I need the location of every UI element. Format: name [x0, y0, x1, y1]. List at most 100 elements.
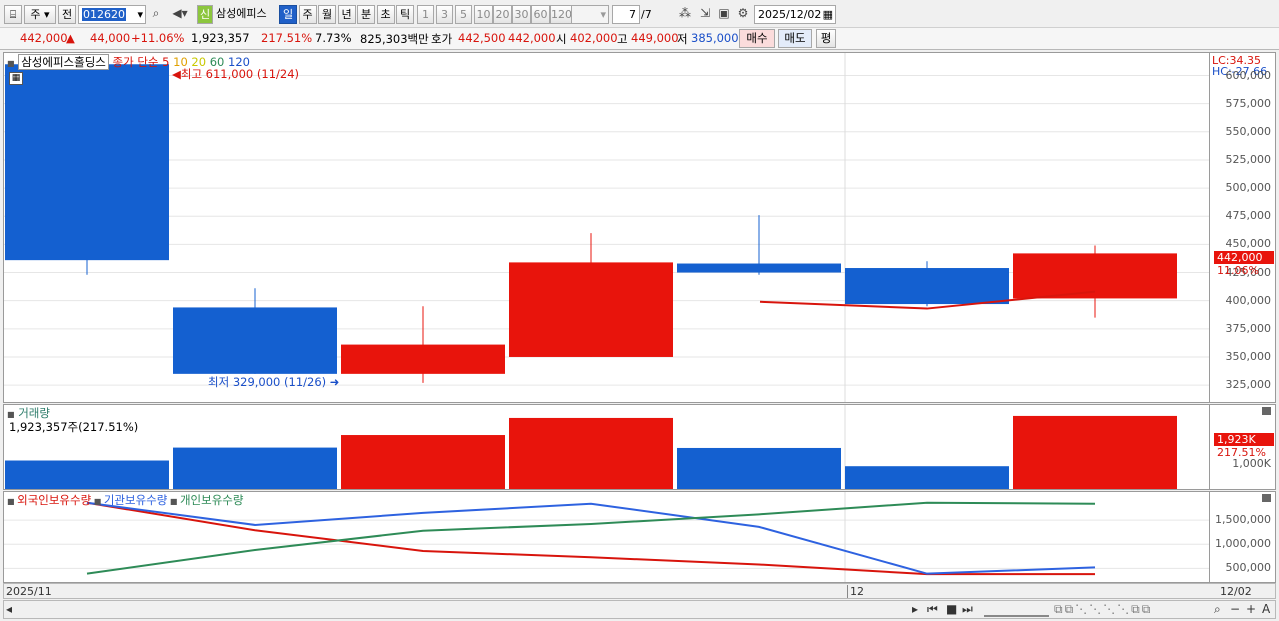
interval-button[interactable]: 10: [474, 5, 493, 24]
interval-button[interactable]: 3: [436, 5, 453, 24]
left-date: 2025/11: [6, 585, 52, 598]
interval-button[interactable]: 20: [493, 5, 512, 24]
holdings-legend-item[interactable]: 외국인보유수량: [17, 493, 91, 507]
volume-axis: 1,923K 217.51% 1,000K: [1210, 404, 1276, 490]
legend-marker-icon: ■: [7, 410, 15, 419]
legend-marker-icon: ■: [7, 497, 18, 506]
period-tab[interactable]: 월: [318, 5, 336, 24]
table-toggle-icon[interactable]: ▦: [9, 72, 23, 85]
prev-button[interactable]: 전: [58, 5, 76, 24]
buy-button[interactable]: 매수: [739, 29, 775, 48]
holdings-legend-item[interactable]: 개인보유수량: [180, 493, 243, 507]
turnover: 7.73%: [315, 31, 352, 45]
volume-panel: ■ 거래량 1,923,357주(217.51%): [3, 404, 1210, 490]
period-tab[interactable]: 년: [337, 5, 356, 24]
mode-dropdown[interactable]: 주 ▾: [24, 5, 56, 24]
volume-value: 1,923,357: [191, 31, 250, 45]
interval-button[interactable]: 30: [512, 5, 531, 24]
price-tick-label: 600,000: [1225, 68, 1272, 82]
date-input[interactable]: 2025/12/02 ▦: [754, 5, 836, 24]
stop-icon[interactable]: ■: [946, 602, 957, 616]
scroll-left-icon[interactable]: ◂: [6, 602, 12, 616]
price-tick-label: 325,000: [1225, 378, 1272, 392]
zoom-in-icon[interactable]: +: [1246, 602, 1256, 616]
mode-label: 주: [30, 8, 41, 21]
stock-legend-name[interactable]: 삼성에피스홀딩스: [18, 54, 109, 70]
calendar-icon[interactable]: ▦: [823, 6, 833, 23]
price-tick-label: 375,000: [1225, 321, 1272, 335]
holdings-series-line: [86, 501, 1096, 575]
period-tab[interactable]: 초: [376, 5, 395, 24]
volume-legend-name[interactable]: 거래량: [18, 406, 50, 420]
volume-tag: 1,923K: [1214, 433, 1274, 446]
chevron-down-icon[interactable]: ▾: [137, 6, 143, 23]
scroll-right-icon[interactable]: ▸: [912, 602, 918, 616]
candlestick-chart[interactable]: [4, 53, 1209, 402]
holdings-series-line: [86, 501, 1095, 576]
period-tab[interactable]: 틱: [396, 5, 414, 24]
interval-button[interactable]: 120: [550, 5, 572, 24]
volume-bar: [5, 460, 169, 489]
legend-marker-icon: ■: [7, 59, 15, 68]
change-pct: +11.06%: [131, 31, 185, 45]
price-tick-label: 575,000: [1225, 96, 1272, 110]
sell-button[interactable]: 매도: [778, 29, 812, 48]
binoculars-icon[interactable]: ⁂: [676, 5, 694, 24]
zoom-out-icon[interactable]: −: [1230, 602, 1240, 616]
font-icon[interactable]: A: [1262, 602, 1270, 616]
first-icon[interactable]: ⏮: [927, 602, 938, 617]
interval-dropdown[interactable]: ▾: [571, 5, 609, 24]
interval-button[interactable]: 1: [417, 5, 434, 24]
volume-bar: [1013, 415, 1177, 489]
zoom-icon[interactable]: ⌕: [1214, 602, 1221, 617]
gear-icon[interactable]: ⚙: [734, 5, 752, 24]
page-total: /7: [641, 8, 652, 21]
trade-amount: 825,303백만: [360, 32, 429, 46]
main-toolbar: ⌸ 주 ▾ 전 012620 ▾ ⌕ ◀▾ 신 삼성에피스 일주월년분초틱 135…: [0, 0, 1279, 28]
code-input[interactable]: 012620 ▾: [78, 5, 146, 24]
avg-button[interactable]: 평: [816, 29, 836, 48]
current-price: 442,000: [20, 31, 68, 45]
open-price: 402,000: [570, 31, 618, 45]
holdings-legend-item[interactable]: 기관보유수량: [104, 493, 167, 507]
collapse-icon[interactable]: [1262, 494, 1271, 502]
collapse-icon[interactable]: [1262, 407, 1271, 415]
interval-button[interactable]: 5: [455, 5, 472, 24]
price-tick-label: 500,000: [1225, 181, 1272, 195]
high-label: 고: [617, 32, 628, 46]
chevron-down-icon: ▾: [600, 8, 606, 21]
zoom-slider[interactable]: [984, 605, 1049, 617]
candle-body: [341, 344, 505, 374]
pct-tag: 11.06%: [1217, 264, 1259, 277]
holdings-tick-label: 1,000,000: [1215, 537, 1271, 551]
price-tick-label: 550,000: [1225, 124, 1272, 138]
volume-ratio: 217.51%: [261, 31, 313, 45]
low-label: 저: [677, 32, 688, 46]
search-icon[interactable]: ⌕: [148, 5, 164, 24]
price-tick-label: 525,000: [1225, 152, 1272, 166]
save-icon[interactable]: ▣: [715, 5, 733, 24]
period-tab[interactable]: 주: [298, 5, 317, 24]
candle-body: [677, 263, 841, 273]
candle-body: [1013, 253, 1177, 299]
change-value: 44,000: [90, 31, 131, 45]
speaker-icon[interactable]: ◀▾: [166, 5, 194, 24]
interval-button[interactable]: 60: [531, 5, 550, 24]
candle-body: [173, 307, 337, 374]
period-tab[interactable]: 일: [279, 5, 297, 24]
legend-marker-icon: ■: [91, 497, 104, 506]
volume-bar: [173, 447, 337, 489]
volume-chart[interactable]: [4, 405, 1209, 489]
right-date: 12/02: [1220, 585, 1252, 598]
low-note-text: 최저 329,000 (11/26): [208, 375, 327, 389]
period-tab[interactable]: 분: [357, 5, 375, 24]
ask-price: 442,500: [458, 31, 506, 45]
page-input[interactable]: 7: [612, 5, 640, 24]
high-note-text: 최고 611,000 (11/24): [180, 67, 299, 81]
candle-body: [5, 64, 169, 261]
drawing-tools-icon[interactable]: ⧉⧉⋱⋱⋱⋱⧉⧉: [1054, 602, 1152, 617]
window-menu-icon[interactable]: ⌸: [4, 5, 22, 24]
pin-icon[interactable]: ⇲: [696, 5, 714, 24]
type-badge: 신: [197, 5, 213, 24]
last-icon[interactable]: ⏭: [962, 602, 973, 617]
